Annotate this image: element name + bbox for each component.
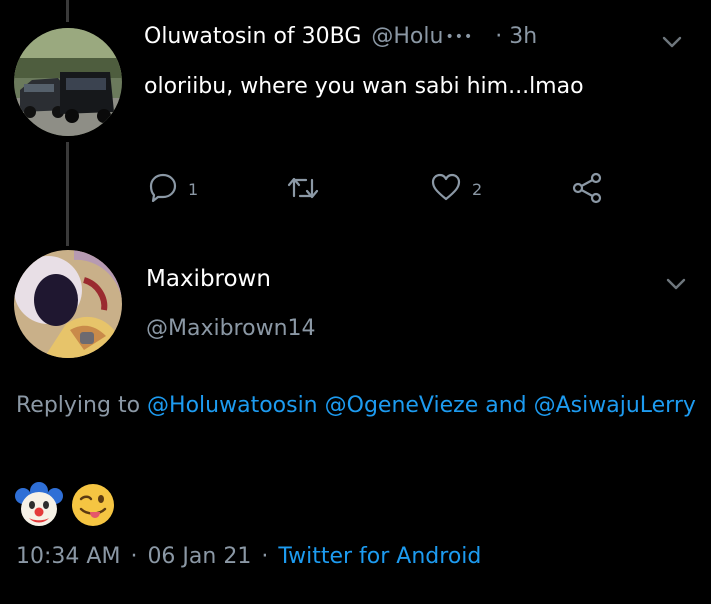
main-display-name[interactable]: Maxibrown — [146, 266, 271, 292]
retweet-button[interactable] — [286, 174, 330, 206]
meta-separator: · — [130, 544, 138, 569]
reply-tweet-text: oloriibu, where you wan sabi him...lmao — [144, 74, 584, 99]
main-chevron-down-icon[interactable] — [666, 276, 686, 295]
tweet-body-emojis — [14, 482, 116, 532]
tweet-client-link[interactable]: Twitter for Android — [278, 544, 481, 569]
reply-handle[interactable]: @Holu — [371, 24, 443, 49]
retweet-icon — [286, 174, 320, 206]
like-count: 2 — [472, 179, 483, 199]
mention-ogenevieze[interactable]: @OgeneVieze — [325, 393, 479, 418]
avatar-oluwatosin[interactable] — [14, 28, 122, 136]
reply-time[interactable]: · 3h — [495, 24, 537, 49]
replying-to: Replying to @Holuwatoosin @OgeneVieze an… — [16, 386, 696, 426]
tweet-time: 10:34 AM — [16, 544, 121, 569]
reply-display-name[interactable]: Oluwatosin of 30BG — [144, 24, 361, 49]
clown-face-emoji — [14, 482, 64, 532]
tweet-date: 06 Jan 21 — [147, 544, 252, 569]
tweet-thread: Oluwatosin of 30BG @Holu ••• · 3h olorii… — [0, 0, 711, 604]
mention-asiwajulerry[interactable]: @AsiwajuLerry — [534, 393, 696, 418]
meta-separator-2: · — [261, 544, 269, 569]
main-handle[interactable]: @Maxibrown14 — [146, 316, 316, 341]
thread-line-bottom — [66, 142, 69, 246]
share-button[interactable] — [570, 172, 604, 208]
replying-prefix: Replying to — [16, 393, 141, 418]
handle-truncation: ••• — [445, 28, 474, 45]
heart-icon — [430, 172, 462, 206]
thread-line-top — [66, 0, 69, 22]
replying-and: and — [485, 393, 527, 418]
winking-tongue-emoji — [70, 482, 116, 532]
like-button[interactable]: 2 — [430, 172, 482, 206]
reply-icon — [148, 172, 178, 206]
reply-button[interactable]: 1 — [148, 172, 198, 206]
share-icon — [570, 172, 604, 208]
reply-tweet-header: Oluwatosin of 30BG @Holu ••• · 3h — [144, 24, 537, 49]
mention-holuwatoosin[interactable]: @Holuwatoosin — [147, 393, 318, 418]
tweet-meta: 10:34 AM · 06 Jan 21 · Twitter for Andro… — [16, 544, 481, 569]
reply-count: 1 — [188, 179, 199, 199]
avatar-maxibrown[interactable] — [14, 250, 122, 358]
reply-chevron-down-icon[interactable] — [662, 34, 682, 53]
